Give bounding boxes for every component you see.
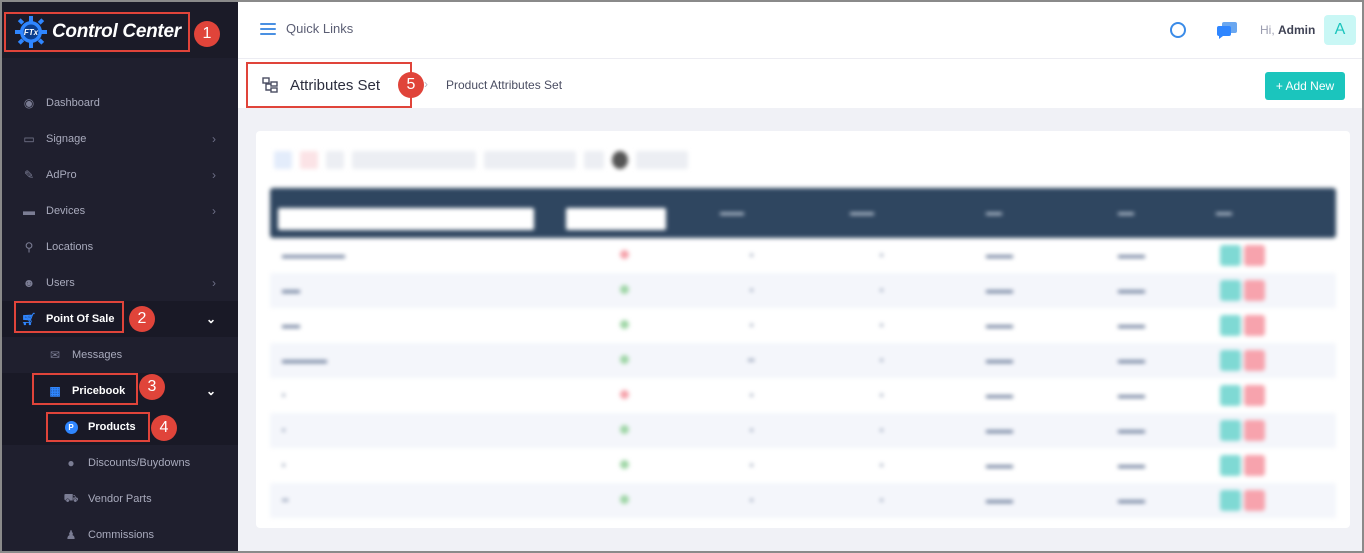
brand-name: Control Center [52, 21, 181, 42]
user-greeting[interactable]: Hi, Admin [1260, 23, 1315, 37]
column-header[interactable]: ▬▬ [1118, 208, 1134, 217]
table-toolbar [274, 151, 688, 169]
vendor-icon: ⛟ [63, 491, 79, 505]
column-header[interactable]: ▬▬▬ [720, 208, 744, 217]
topbar: Quick Links Hi, Admin A [238, 2, 1362, 58]
menu-lines-icon [260, 22, 276, 35]
sidebar-item-label: AdPro [46, 169, 77, 181]
sidebar-item-label: Devices [46, 205, 86, 217]
view-deleted-button[interactable] [352, 151, 476, 169]
sidebar-item-vendor-parts[interactable]: ⛟ Vendor Parts [2, 481, 238, 517]
toggle-state-button[interactable] [484, 151, 576, 169]
table-row[interactable]: ▪ ▪ ▪ ▬▬▬ ▬▬▬ [270, 378, 1336, 413]
message-icon: ✉ [49, 348, 61, 362]
sidebar-item-label: Discounts/Buydowns [88, 457, 191, 469]
sidebar-item-signage[interactable]: ▭ Signage › [2, 121, 238, 157]
content-card: ▬▬▬ ▬▬▬ ▬▬ ▬▬ ▬▬ ▬▬▬▬▬▬▬ ▪ ▪ ▬▬▬ ▬▬▬ ▬▬ ▪ ▪… [256, 131, 1350, 528]
callout-2: 2 [129, 306, 155, 332]
greeting-text: Hi, [1260, 23, 1275, 37]
monitor-icon: ▭ [23, 132, 35, 146]
chevron-right-icon: › [212, 132, 216, 146]
table-row[interactable]: ▪ ▪ ▪ ▬▬▬ ▬▬▬ [270, 413, 1336, 448]
sidebar-item-label: Dashboard [46, 97, 100, 109]
sidebar-item-label: Users [46, 277, 75, 289]
sidebar-item-label: Messages [72, 349, 123, 361]
column-header[interactable]: ▬▬▬ [850, 208, 874, 217]
sidebar-item-devices[interactable]: ▬ Devices › [2, 193, 238, 229]
gear-logo-icon: FTx [14, 15, 48, 49]
callout-1: 1 [194, 21, 220, 47]
sidebar-item-label: Commissions [88, 529, 155, 541]
filter-button[interactable] [274, 151, 292, 169]
page-title: Attributes Set [290, 76, 381, 94]
sidebar-item-locations[interactable]: ⚲ Locations [2, 229, 238, 265]
sidebar: FTx Control Center 1 ◉ Dashboard ▭ Signa… [2, 2, 238, 551]
export-button[interactable] [612, 151, 628, 169]
sidebar-item-adpro[interactable]: ✎ AdPro › [2, 157, 238, 193]
status-filter-select[interactable] [566, 208, 666, 230]
sidebar-item-dashboard[interactable]: ◉ Dashboard [2, 85, 238, 121]
print-button[interactable] [326, 151, 344, 169]
logo-text: FTx [24, 28, 39, 37]
users-icon: ☻ [22, 276, 36, 290]
chat-icon[interactable] [1216, 21, 1238, 39]
highlight-products [46, 412, 150, 442]
table-row[interactable]: ▬▬▬▬▬ ▪▪ ▪ ▬▬▬ ▬▬▬ [270, 343, 1336, 378]
table-row[interactable]: ▬▬ ▪ ▪ ▬▬▬ ▬▬▬ [270, 308, 1336, 343]
column-header[interactable]: ▬▬ [1216, 208, 1232, 217]
dashboard-icon: ◉ [23, 96, 35, 110]
name-filter-input[interactable] [278, 208, 534, 230]
highlight-pricebook [32, 373, 138, 405]
brush-icon: ✎ [23, 168, 35, 182]
devices-icon: ▬ [23, 204, 35, 218]
callout-5: 5 [398, 72, 424, 98]
breadcrumb-separator: › [424, 77, 428, 91]
avatar[interactable]: A [1324, 15, 1356, 45]
callout-4: 4 [151, 415, 177, 441]
user-name: Admin [1278, 23, 1316, 37]
chevron-right-icon: › [212, 168, 216, 182]
table-row[interactable]: ▪ ▪ ▪ ▬▬▬ ▬▬▬ [270, 448, 1336, 483]
chevron-down-icon: ⌄ [205, 312, 216, 326]
quick-links-label: Quick Links [286, 21, 354, 36]
sidebar-item-label: Vendor Parts [88, 493, 152, 505]
add-new-button[interactable]: + Add New [1265, 72, 1345, 100]
brand-logo[interactable]: FTx Control Center [4, 12, 190, 52]
chevron-right-icon: › [212, 204, 216, 218]
sidebar-item-discounts[interactable]: ● Discounts/Buydowns [2, 445, 238, 481]
sidebar-item-label: Signage [46, 133, 87, 145]
chevron-right-icon: › [212, 276, 216, 290]
table-row[interactable]: ▬▬ ▪ ▪ ▬▬▬ ▬▬▬ [270, 273, 1336, 308]
quick-links[interactable]: Quick Links [260, 21, 353, 36]
discount-icon: ● [67, 456, 75, 470]
page-title-box: Attributes Set [246, 62, 412, 108]
sidebar-item-messages[interactable]: ✉ Messages [2, 337, 238, 373]
columns-button[interactable] [584, 151, 604, 169]
sidebar-item-commissions[interactable]: ♟ Commissions [2, 517, 238, 553]
table-row[interactable]: ▪▪ ▪ ▪ ▬▬▬ ▬▬▬ [270, 483, 1336, 518]
table-row[interactable]: ▬▬▬▬▬▬▬ ▪ ▪ ▬▬▬ ▬▬▬ [270, 238, 1336, 273]
page-size-select[interactable] [636, 151, 688, 169]
money-bag-icon: ♟ [65, 528, 77, 542]
sidebar-item-users[interactable]: ☻ Users › [2, 265, 238, 301]
delete-button[interactable] [300, 151, 318, 169]
location-pin-icon: ⚲ [24, 240, 34, 254]
tree-icon [262, 77, 278, 93]
breadcrumb[interactable]: Product Attributes Set [446, 78, 562, 92]
callout-3: 3 [139, 374, 165, 400]
search-icon[interactable] [1170, 22, 1186, 38]
highlight-point-of-sale [14, 301, 124, 333]
column-header[interactable]: ▬▬ [986, 208, 1002, 217]
chevron-down-icon: ⌄ [205, 384, 216, 398]
table-header: ▬▬▬ ▬▬▬ ▬▬ ▬▬ ▬▬ [270, 188, 1336, 238]
subheader: Attributes Set 5 › Product Attributes Se… [238, 58, 1362, 108]
sidebar-item-label: Locations [46, 241, 94, 253]
brand-bar: FTx Control Center 1 [2, 2, 238, 58]
